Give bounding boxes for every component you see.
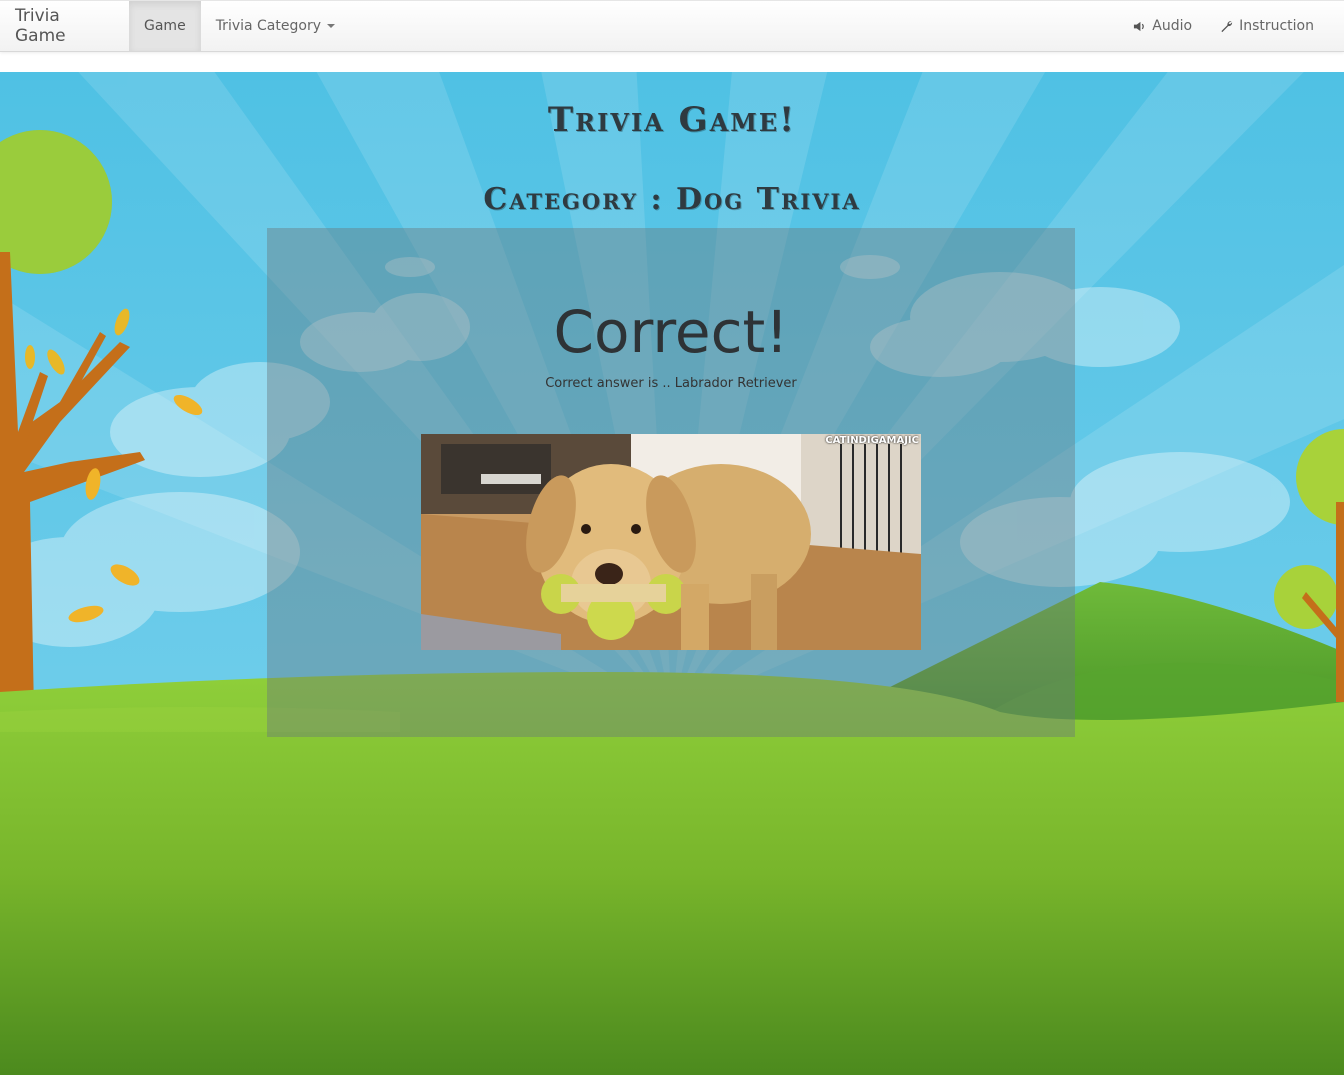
nav-item-game-label: Game <box>144 18 186 34</box>
nav-item-instruction-label: Instruction <box>1239 18 1314 34</box>
navbar-brand[interactable]: Trivia Game <box>0 1 129 51</box>
nav-item-trivia-category-dropdown[interactable]: Trivia Category <box>201 1 350 51</box>
result-heading: Correct! <box>553 298 789 366</box>
nav-item-game[interactable]: Game <box>129 1 201 51</box>
nav-item-audio[interactable]: Audio <box>1119 1 1206 51</box>
nav-item-trivia-category-label: Trivia Category <box>215 18 321 34</box>
caret-down-icon <box>326 24 335 28</box>
nav-item-audio-label: Audio <box>1152 18 1193 34</box>
correct-answer-text: Correct answer is .. Labrador Retriever <box>545 376 797 391</box>
game-scene: Trivia Game! Category : Dog Trivia Corre… <box>0 72 1344 1075</box>
nav-item-instruction[interactable]: Instruction <box>1206 1 1328 51</box>
result-panel: Correct! Correct answer is .. Labrador R… <box>267 228 1075 737</box>
speaker-icon <box>1134 21 1145 31</box>
dog-illustration <box>421 434 921 650</box>
wrench-icon <box>1221 20 1233 32</box>
top-navbar: Trivia Game Game Trivia Category Audio I… <box>0 0 1344 52</box>
category-heading: Category : Dog Trivia <box>483 182 861 217</box>
navbar-right-group: Audio Instruction <box>1119 1 1344 51</box>
game-title: Trivia Game! <box>547 100 797 140</box>
image-watermark: CATINDIGAMAJIC <box>825 435 919 446</box>
result-dog-image: CATINDIGAMAJIC <box>421 434 921 650</box>
